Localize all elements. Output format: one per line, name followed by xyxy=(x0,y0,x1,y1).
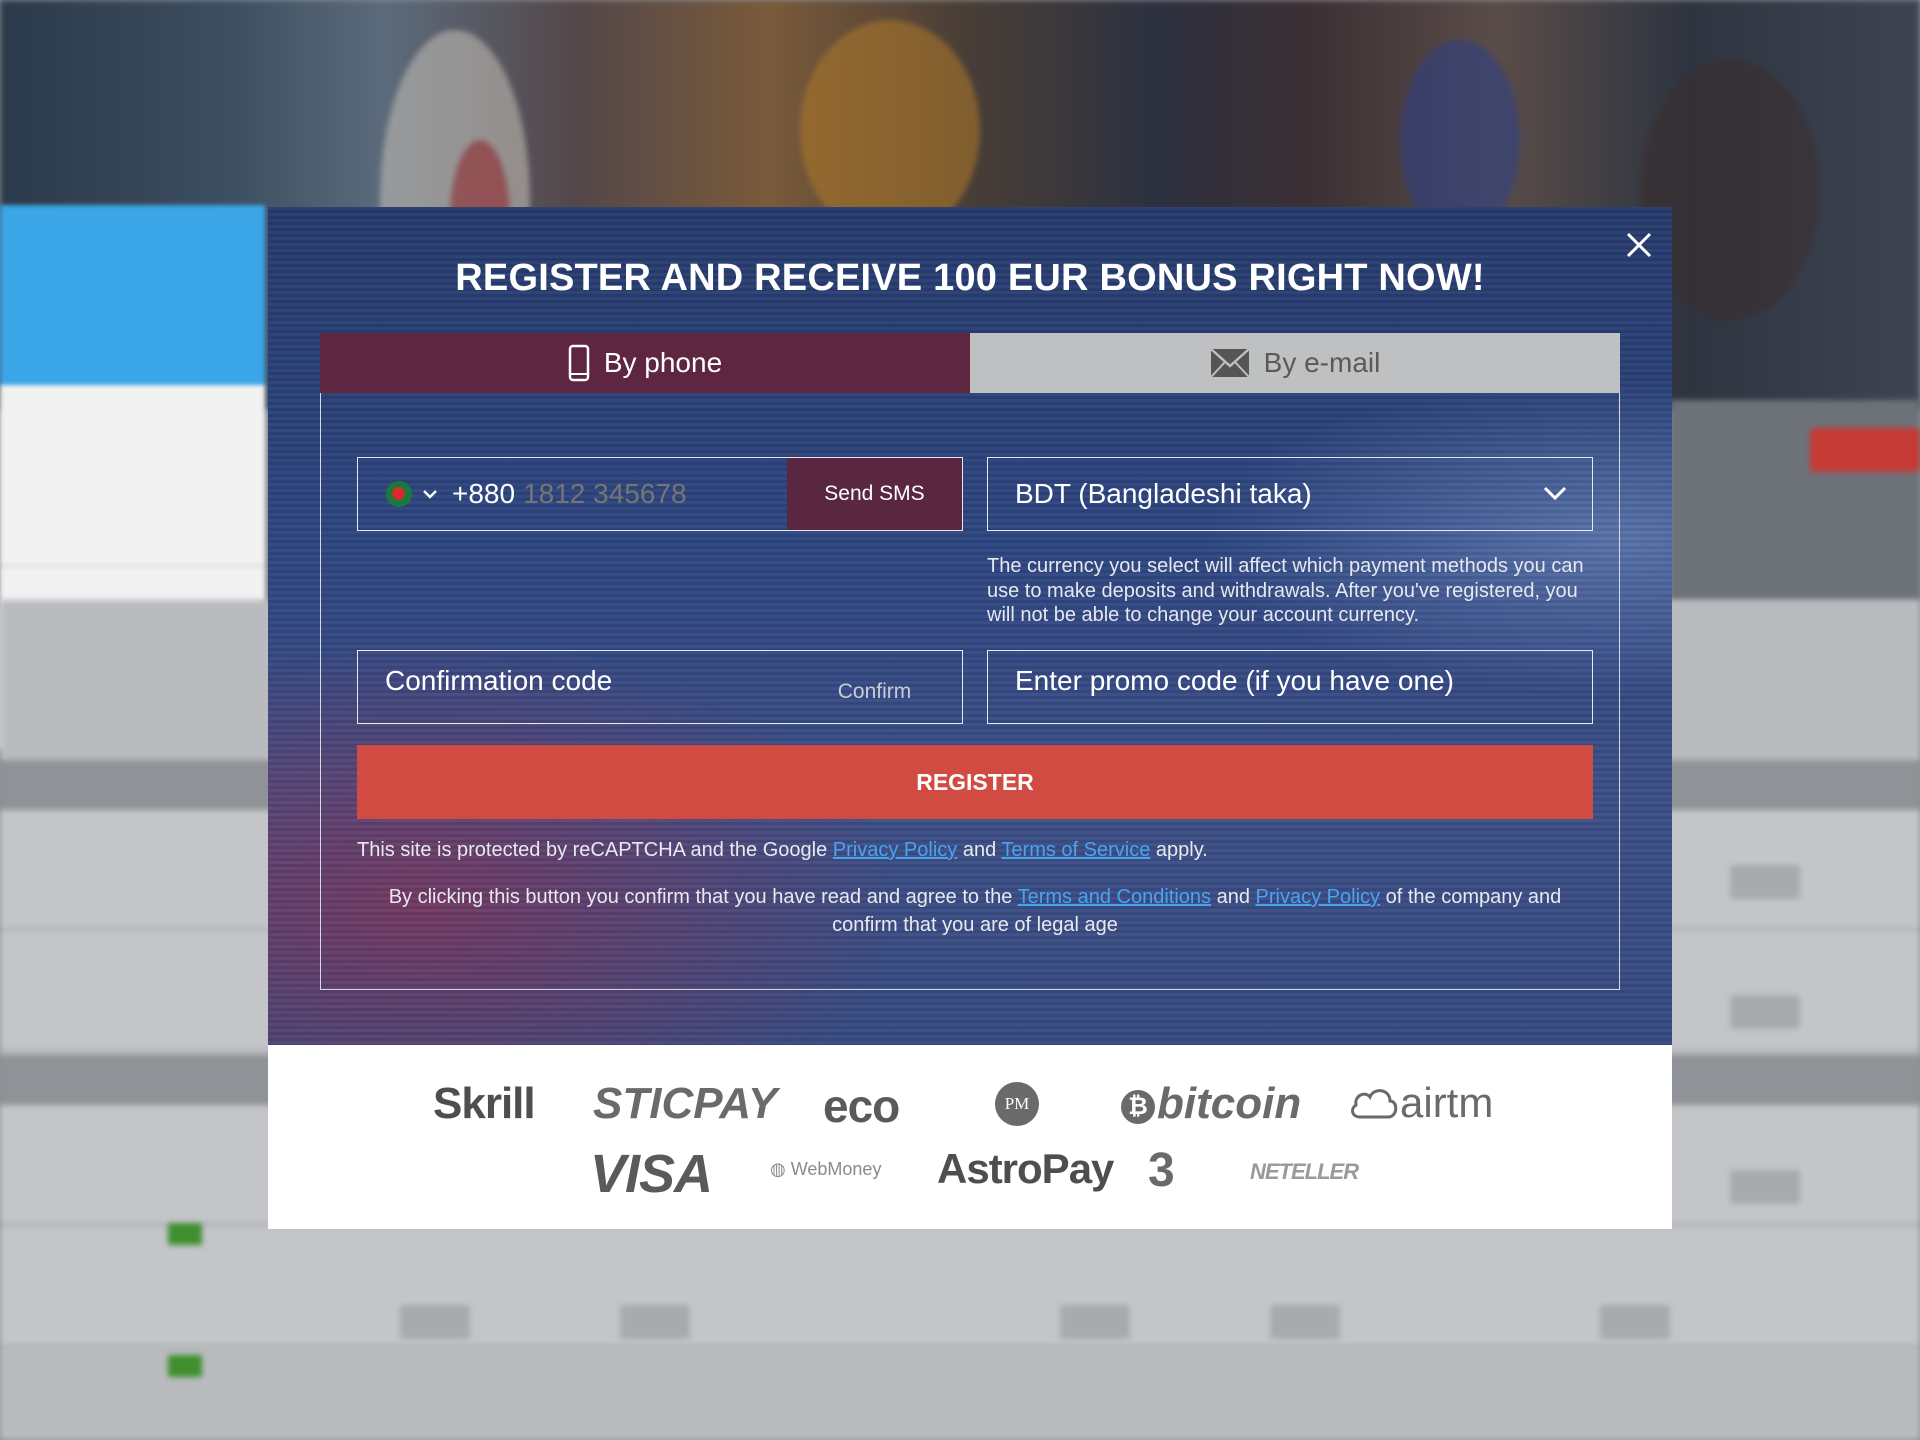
chevron-down-icon[interactable] xyxy=(422,488,438,500)
sticpay-logo: STICPAY xyxy=(593,1079,778,1128)
recaptcha-text: This site is protected by reCAPTCHA and … xyxy=(357,839,828,861)
bangladesh-flag-icon[interactable] xyxy=(386,481,412,507)
eco-logo: eco xyxy=(823,1080,900,1132)
recaptcha-and: and xyxy=(962,839,997,861)
recaptcha-suffix: apply. xyxy=(1155,839,1208,861)
neteller-logo: NETELLER xyxy=(1250,1159,1359,1184)
currency-note: The currency you select will affect whic… xyxy=(987,555,1584,626)
tab-by-email-label: By e-mail xyxy=(1263,347,1381,378)
send-sms-button[interactable]: Send SMS xyxy=(787,458,962,530)
currency-select[interactable]: BDT (Bangladeshi taka) xyxy=(987,457,1593,531)
airtm-logo: airtm xyxy=(1348,1079,1493,1127)
recaptcha-note: This site is protected by reCAPTCHA and … xyxy=(357,839,1593,862)
bitcoin-icon: ₿ xyxy=(1121,1090,1155,1124)
terms-of-service-link[interactable]: Terms of Service xyxy=(1001,839,1150,861)
register-button[interactable]: REGISTER xyxy=(357,745,1593,819)
registration-form: +880 Send SMS BDT (Bangladeshi taka) The… xyxy=(320,393,1620,990)
promo-field xyxy=(987,650,1593,724)
close-button[interactable] xyxy=(1621,227,1657,263)
currency-value: BDT (Bangladeshi taka) xyxy=(1015,478,1312,509)
envelope-icon xyxy=(1209,348,1250,378)
astropay-logo: AstroPay xyxy=(937,1145,1114,1192)
confirmation-code-input[interactable] xyxy=(385,665,765,697)
phone-field: +880 Send SMS xyxy=(357,457,963,531)
registration-tabs: By phone By e-mail xyxy=(320,333,1620,393)
tab-by-phone-label: By phone xyxy=(603,347,723,378)
phone-prefix: +880 xyxy=(452,478,516,509)
modal-title: REGISTER AND RECEIVE 100 EUR BONUS RIGHT… xyxy=(455,257,1485,299)
agreement-text: By clicking this button you confirm that… xyxy=(388,886,1013,908)
chevron-down-icon xyxy=(1543,486,1567,501)
webmoney-logo: ◍ WebMoney xyxy=(770,1159,881,1180)
webmoney-label: WebMoney xyxy=(790,1159,882,1179)
promo-code-input[interactable] xyxy=(1015,665,1575,697)
background-right-button xyxy=(1810,428,1920,472)
registration-modal: REGISTER AND RECEIVE 100 EUR BONUS RIGHT… xyxy=(268,207,1672,1045)
confirm-button[interactable]: Confirm xyxy=(787,651,962,723)
terms-and-conditions-link[interactable]: Terms and Conditions xyxy=(1018,886,1211,908)
agreement-and: and xyxy=(1216,886,1250,908)
skrill-logo: Skrill xyxy=(433,1079,536,1128)
airtm-label: airtm xyxy=(1400,1079,1494,1126)
privacy-policy-link[interactable]: Privacy Policy xyxy=(833,839,957,861)
bitcoin-label: bitcoin xyxy=(1157,1079,1302,1128)
confirmation-field: Confirm xyxy=(357,650,963,724)
bitcoin-logo: ₿ bitcoin xyxy=(1121,1079,1301,1129)
globe-icon: ◍ xyxy=(770,1159,786,1179)
payment-methods: Skrill STICPAY eco PM ₿ bitcoin airtm VIS… xyxy=(268,1045,1672,1229)
payment-3-logo: 3 xyxy=(1148,1144,1175,1197)
phone-icon xyxy=(568,344,590,382)
perfect-money-logo: PM xyxy=(995,1082,1039,1126)
agreement-note: By clicking this button you confirm that… xyxy=(357,883,1593,939)
phone-input[interactable] xyxy=(523,478,774,510)
tab-by-email[interactable]: By e-mail xyxy=(970,333,1620,393)
visa-logo: VISA xyxy=(590,1144,713,1204)
tab-by-phone[interactable]: By phone xyxy=(320,333,970,393)
agreement-privacy-policy-link[interactable]: Privacy Policy xyxy=(1256,886,1380,908)
close-icon xyxy=(1626,232,1652,258)
cloud-icon xyxy=(1351,1089,1398,1119)
